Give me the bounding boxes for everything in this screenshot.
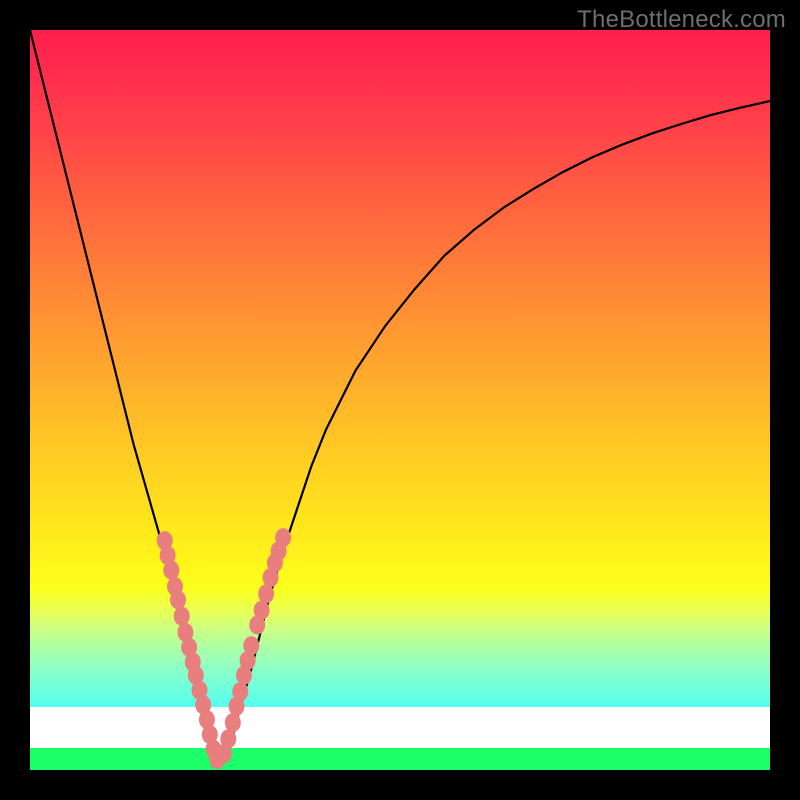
bottleneck-curve	[30, 30, 770, 763]
bead-marker	[170, 590, 186, 609]
bead-marker	[174, 607, 190, 626]
bead-marker	[163, 561, 179, 580]
bead-marker	[220, 729, 236, 748]
bead-marker	[243, 636, 259, 655]
bead-marker	[275, 528, 291, 547]
chart-svg	[30, 30, 770, 770]
bead-marker	[254, 601, 270, 620]
chart-canvas: TheBottleneck.com	[0, 0, 800, 800]
bead-marker	[258, 584, 274, 603]
bead-marker	[225, 713, 241, 732]
bead-markers	[157, 528, 291, 769]
bead-marker	[232, 682, 248, 701]
plot-area	[30, 30, 770, 770]
